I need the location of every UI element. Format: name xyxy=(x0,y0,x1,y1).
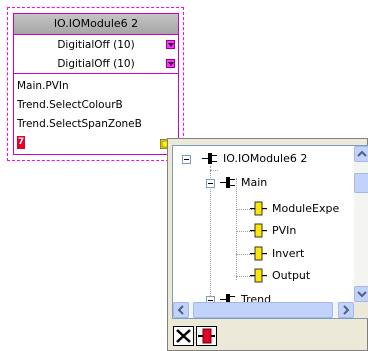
scroll-up-button[interactable] xyxy=(354,146,368,162)
resize-grip-icon[interactable] xyxy=(354,302,368,318)
scroll-thumb[interactable] xyxy=(354,173,368,193)
tree-item-main[interactable]: Main xyxy=(241,175,267,191)
param-row[interactable]: DigitialOff (10) xyxy=(14,55,178,74)
indicator-badge: 7 xyxy=(17,136,25,149)
scroll-down-button[interactable] xyxy=(354,286,368,302)
horizontal-scrollbar[interactable] xyxy=(173,302,354,318)
chevron-right-icon xyxy=(343,305,350,315)
block-node-icon xyxy=(202,153,217,164)
chevron-down-icon xyxy=(357,291,367,298)
tree-item-leaf[interactable]: PVIn xyxy=(272,223,296,239)
function-block[interactable]: IO.IOModule6 2 DigitialOff (10) Digitial… xyxy=(13,13,179,155)
chevron-down-icon[interactable] xyxy=(166,59,175,68)
close-button[interactable] xyxy=(173,326,194,346)
param-row[interactable]: DigitialOff (10) xyxy=(14,36,178,54)
vertical-scrollbar[interactable] xyxy=(354,146,368,302)
block-node-icon xyxy=(220,177,235,188)
chevron-down-icon[interactable] xyxy=(166,40,175,49)
parameter-node-icon xyxy=(250,201,267,216)
tree-connector xyxy=(236,178,237,280)
parameter-tree[interactable]: IO.IOModule6 2 Main ModuleExpe PVIn Inve… xyxy=(172,145,368,319)
editor-canvas: IO.IOModule6 2 DigitialOff (10) Digitial… xyxy=(0,0,368,351)
parameter-node-icon xyxy=(250,223,267,238)
parameter-node-icon xyxy=(250,246,267,261)
tree-connector xyxy=(210,166,211,316)
scroll-thumb[interactable] xyxy=(193,302,333,318)
param-label: DigitialOff (10) xyxy=(57,39,135,51)
tree-connector xyxy=(210,170,218,171)
collapse-toggle[interactable] xyxy=(206,179,215,188)
tree-item-root[interactable]: IO.IOModule6 2 xyxy=(223,151,307,167)
wire-input[interactable]: Trend.SelectSpanZoneB xyxy=(17,115,177,133)
close-icon xyxy=(176,329,191,343)
tree-item-leaf[interactable]: Output xyxy=(272,268,310,284)
block-title[interactable]: IO.IOModule6 2 xyxy=(14,14,178,35)
wire-input[interactable]: Trend.SelectColourB xyxy=(17,96,177,114)
tree-item-leaf[interactable]: ModuleExpe xyxy=(272,201,339,217)
disconnect-button[interactable] xyxy=(196,326,217,346)
collapse-toggle[interactable] xyxy=(182,155,191,164)
wire-input[interactable]: Main.PVIn xyxy=(17,77,177,95)
chevron-up-icon xyxy=(357,150,367,157)
param-label: DigitialOff (10) xyxy=(57,58,135,70)
tree-item-leaf[interactable]: Invert xyxy=(272,246,304,262)
parameter-node-icon xyxy=(250,268,267,283)
chevron-left-icon xyxy=(177,305,184,315)
scroll-left-button[interactable] xyxy=(173,302,189,318)
disconnect-icon xyxy=(198,328,215,344)
scroll-right-button[interactable] xyxy=(338,302,354,318)
